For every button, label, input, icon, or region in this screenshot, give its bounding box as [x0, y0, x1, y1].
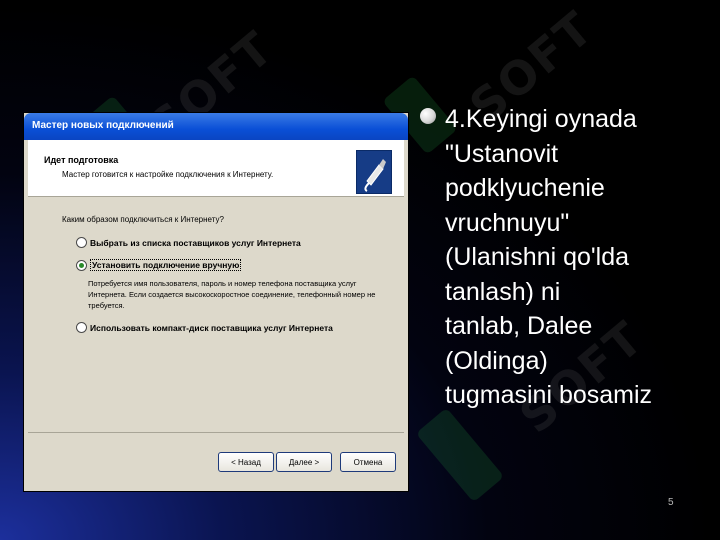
wizard-screenshot: Мастер новых подключений Идет подготовка… [24, 113, 408, 491]
title-bar: Мастер новых подключений [24, 113, 408, 140]
cancel-button[interactable]: Отмена [340, 452, 396, 472]
window-title: Мастер новых подключений [32, 120, 174, 131]
option-choose-from-list[interactable]: Выбрать из списка поставщиков услуг Инте… [76, 237, 301, 248]
option-label: Выбрать из списка поставщиков услуг Инте… [90, 237, 301, 248]
wizard-body: Каким образом подключиться к Интернету? … [28, 197, 404, 491]
bullet-text: 4.Keyingi oynada "Ustanovit podklyucheni… [445, 105, 653, 409]
option-label: Установить подключение вручную [90, 259, 242, 271]
divider [28, 432, 404, 433]
wizard-header: Идет подготовка Мастер готовится к настр… [28, 140, 404, 197]
option-label: Использовать компакт-диск поставщика усл… [90, 322, 333, 333]
page-number: 5 [668, 497, 674, 508]
bullet-icon [420, 108, 436, 124]
next-button[interactable]: Далее > [276, 452, 332, 472]
leaf-icon [415, 407, 505, 503]
radio-button-selected[interactable] [76, 259, 87, 271]
radio-button[interactable] [76, 237, 87, 248]
option-description: Потребуется имя пользователя, пароль и н… [88, 279, 376, 310]
connection-question: Каким образом подключиться к Интернету? [62, 215, 224, 224]
header-subtitle: Мастер готовится к настройке подключения… [62, 170, 274, 179]
radio-button[interactable] [76, 322, 87, 333]
header-title: Идет подготовка [44, 155, 119, 165]
back-button[interactable]: < Назад [218, 452, 274, 472]
option-manual-setup[interactable]: Установить подключение вручную [76, 259, 242, 271]
option-use-cd[interactable]: Использовать компакт-диск поставщика усл… [76, 322, 333, 333]
network-cable-icon [356, 150, 392, 194]
